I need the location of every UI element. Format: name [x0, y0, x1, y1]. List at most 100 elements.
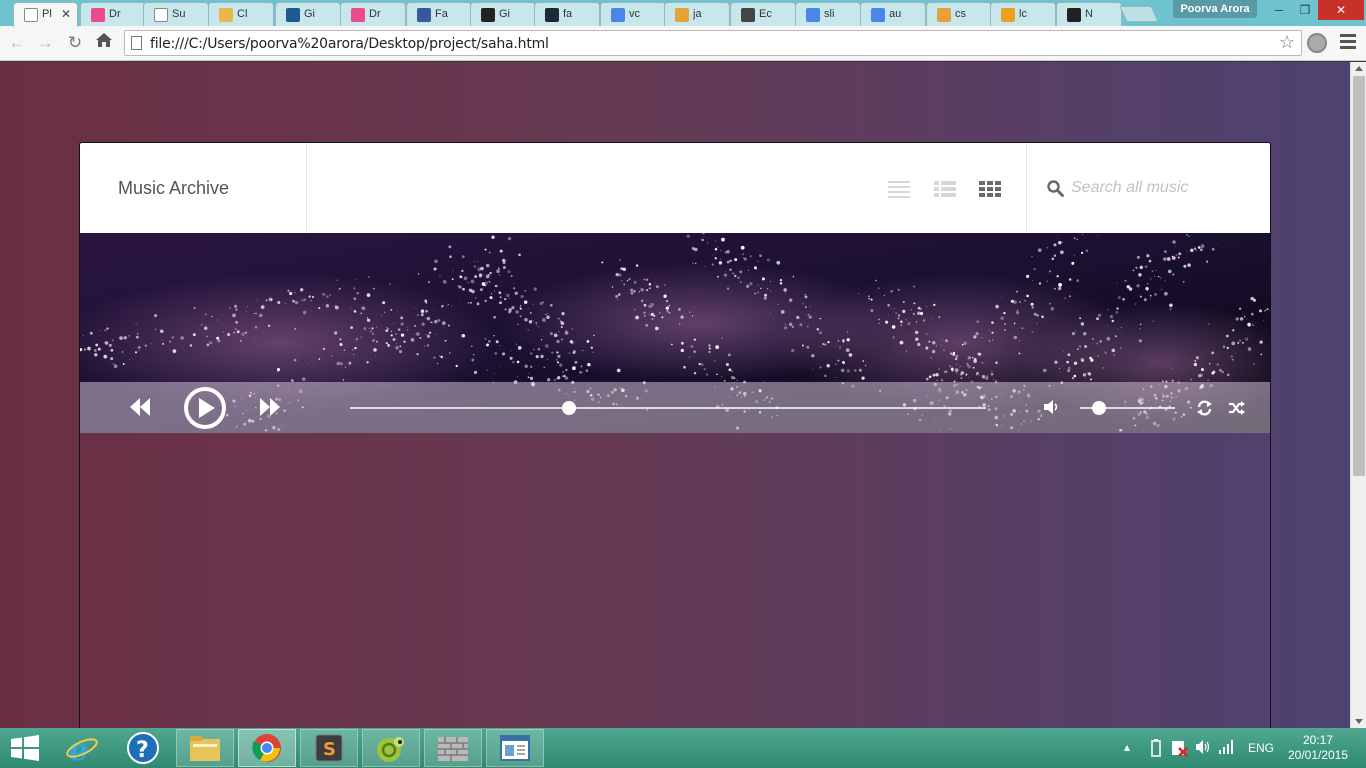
- browser-tab[interactable]: au: [860, 2, 926, 26]
- detail-view-button[interactable]: [934, 180, 956, 198]
- new-tab-button[interactable]: [1119, 6, 1159, 22]
- search-input[interactable]: [1071, 176, 1251, 200]
- home-button[interactable]: [93, 32, 115, 54]
- tab-title: lc: [1019, 8, 1027, 20]
- tab-title: Gi: [304, 8, 315, 20]
- browser-tab[interactable]: Gi: [275, 2, 341, 26]
- browser-tab[interactable]: fa: [534, 2, 600, 26]
- google-icon: [611, 8, 625, 22]
- github-icon: [481, 8, 495, 22]
- tab-title: vc: [629, 8, 640, 20]
- taskbar-chameleon-app[interactable]: [362, 729, 420, 767]
- repeat-button[interactable]: [1196, 400, 1213, 421]
- taskbar-internet-explorer[interactable]: e: [54, 729, 112, 767]
- page-viewport: Music Archive: [0, 62, 1350, 728]
- sublime-text-icon: S: [315, 734, 343, 762]
- ds-icon: [286, 8, 300, 22]
- browser-tab[interactable]: ja: [664, 2, 730, 26]
- rewind-icon: [130, 398, 150, 416]
- progress-handle[interactable]: [562, 401, 577, 415]
- extension-icon[interactable]: [1307, 33, 1327, 53]
- tray-battery-icon[interactable]: [1150, 739, 1162, 768]
- address-bar[interactable]: file:///C:/Users/poorva%20arora/Desktop/…: [124, 30, 1302, 56]
- browser-tab[interactable]: lc: [990, 2, 1056, 26]
- bookmark-star-icon[interactable]: ☆: [1279, 32, 1295, 53]
- rewind-button[interactable]: [128, 396, 152, 423]
- volume-icon: [1044, 400, 1058, 414]
- tab-title: Ec: [759, 8, 772, 20]
- close-window-button[interactable]: ✕: [1318, 0, 1364, 20]
- taskbar-firewall[interactable]: [424, 729, 482, 767]
- tab-close-icon[interactable]: ✕: [61, 7, 71, 21]
- browser-tab[interactable]: sli: [795, 2, 861, 26]
- tab-title: Fa: [435, 8, 448, 20]
- brand-title[interactable]: Music Archive: [118, 178, 229, 199]
- minimize-button[interactable]: ─: [1266, 0, 1292, 20]
- profile-button[interactable]: Poorva Arora: [1173, 0, 1257, 18]
- scroll-up-arrow-icon[interactable]: [1355, 66, 1363, 71]
- tray-overflow-arrow-icon[interactable]: ▴: [1124, 740, 1130, 768]
- github-icon: [1067, 8, 1081, 22]
- browser-tab[interactable]: N: [1056, 2, 1122, 26]
- forward-button[interactable]: →: [34, 32, 56, 54]
- google-icon: [806, 8, 820, 22]
- browser-tab[interactable]: Dr: [340, 2, 406, 26]
- tab-title: ja: [693, 8, 702, 20]
- browser-tab[interactable]: Fa: [406, 2, 472, 26]
- search-icon: [1047, 180, 1064, 197]
- system-clock[interactable]: 20:17 20/01/2015: [1280, 733, 1356, 763]
- grid-view-button[interactable]: [979, 180, 1001, 198]
- taskbar-chrome[interactable]: [238, 729, 296, 767]
- maximize-button[interactable]: ❐: [1292, 0, 1318, 20]
- start-button[interactable]: [0, 729, 50, 767]
- play-icon: [184, 387, 226, 429]
- page-scrollbar[interactable]: [1350, 62, 1366, 728]
- shuffle-button[interactable]: [1228, 400, 1246, 421]
- asterisk-icon: [1001, 8, 1015, 22]
- tab-title: Dr: [369, 8, 381, 20]
- window-app-icon: [500, 735, 530, 761]
- scrollbar-thumb[interactable]: [1353, 76, 1365, 476]
- taskbar-help[interactable]: ?: [114, 729, 172, 767]
- browser-tab[interactable]: cs: [926, 2, 992, 26]
- grid-view-icon: [979, 181, 1001, 197]
- page-icon: [154, 8, 168, 22]
- tab-title: Gi: [499, 8, 510, 20]
- google-icon: [871, 8, 885, 22]
- tab-title: sli: [824, 8, 835, 20]
- volume-button[interactable]: [1043, 399, 1061, 420]
- url-text[interactable]: file:///C:/Users/poorva%20arora/Desktop/…: [150, 36, 549, 52]
- tray-speaker-icon[interactable]: [1195, 739, 1211, 768]
- scroll-down-arrow-icon[interactable]: [1355, 719, 1363, 724]
- progress-track[interactable]: [350, 407, 986, 409]
- browser-tab[interactable]: Gi: [470, 2, 536, 26]
- music-app: Music Archive: [79, 142, 1271, 728]
- taskbar-window-app[interactable]: [486, 729, 544, 767]
- back-button[interactable]: ←: [6, 32, 28, 54]
- tab-title: Dr: [109, 8, 121, 20]
- reload-button[interactable]: ↻: [64, 32, 86, 54]
- volume-handle[interactable]: [1092, 401, 1106, 415]
- chrome-menu-icon[interactable]: [1340, 34, 1356, 50]
- browser-tab[interactable]: Cl: [208, 2, 274, 26]
- browser-tab[interactable]: Dr: [80, 2, 146, 26]
- help-icon: ?: [127, 732, 159, 764]
- taskbar-sublime-text[interactable]: S: [300, 729, 358, 767]
- music-content-area: [80, 433, 1270, 728]
- browser-toolbar: ← → ↻ file:///C:/Users/poorva%20arora/De…: [0, 26, 1366, 61]
- tray-action-center-icon[interactable]: [1170, 739, 1188, 768]
- language-indicator[interactable]: ENG: [1248, 741, 1274, 768]
- fast-forward-button[interactable]: [258, 396, 282, 423]
- tab-title: au: [889, 8, 902, 20]
- browser-tab[interactable]: Ec: [730, 2, 796, 26]
- browser-tab[interactable]: vc: [600, 2, 666, 26]
- browser-tab[interactable]: Su: [143, 2, 209, 26]
- tab-title: N: [1085, 8, 1093, 20]
- taskbar-file-explorer[interactable]: [176, 729, 234, 767]
- list-view-button[interactable]: [888, 180, 910, 198]
- play-button[interactable]: [183, 386, 227, 435]
- detail-view-icon: [934, 181, 956, 197]
- tray-network-icon[interactable]: [1218, 740, 1236, 768]
- browser-tab[interactable]: Pl ✕: [13, 2, 78, 27]
- tab-strip: Pl ✕ Dr Su Cl Gi Dr Fa Gi fa vc ja Ec sli au cs lc N Poor…: [0, 0, 1366, 27]
